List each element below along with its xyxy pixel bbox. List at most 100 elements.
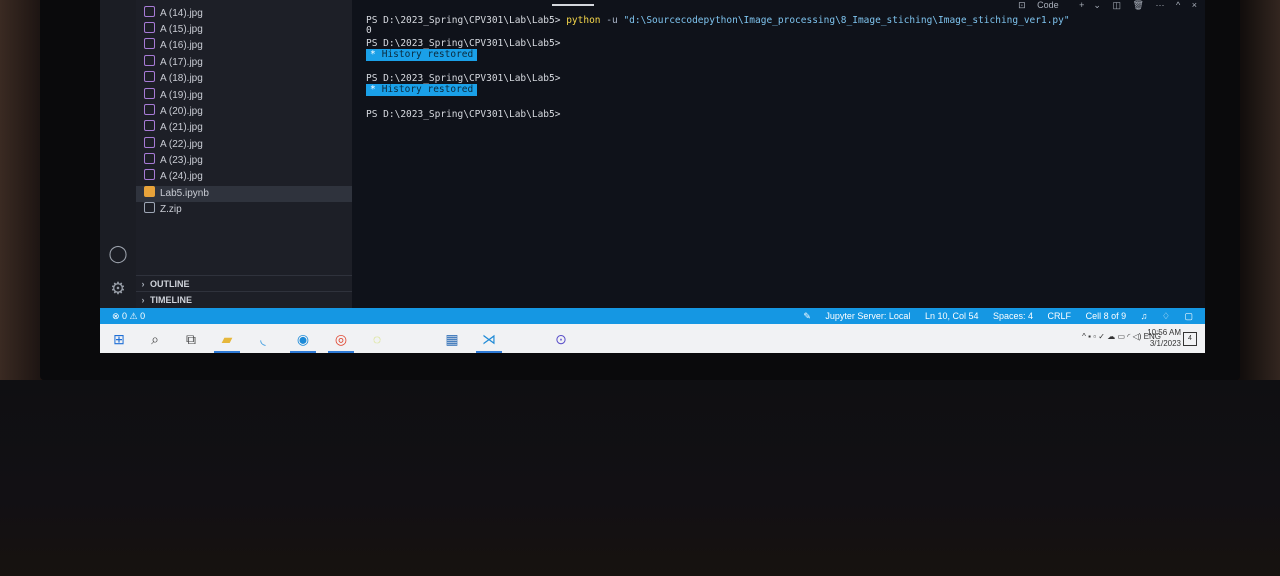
tray-app-icon[interactable]: ▪ [1088, 332, 1091, 341]
file-item[interactable]: A (15).jpg [144, 22, 352, 38]
line-ending[interactable]: CRLF [1048, 311, 1072, 321]
volume-icon[interactable]: ◁) [1133, 332, 1142, 341]
prompt: PS D:\2023_Spring\CPV301\Lab\Lab5> [366, 73, 561, 84]
chevron-down-icon: ⌄ [1093, 0, 1101, 10]
file-item[interactable]: A (22).jpg [144, 137, 352, 153]
active-tab-indicator [552, 4, 594, 6]
restored-text: History restored [381, 49, 474, 60]
file-item[interactable]: A (24).jpg [144, 169, 352, 185]
display-icon[interactable]: ▭ [1117, 332, 1125, 341]
chevron-right-icon: › [141, 295, 145, 305]
split-terminal-button[interactable]: ◫ [1112, 0, 1121, 10]
chevron-up-icon[interactable]: ^ [1082, 332, 1086, 341]
file-item[interactable]: Z.zip [144, 202, 352, 218]
image-file-icon [144, 38, 155, 49]
problems-indicator[interactable]: ⊗ 0 ⚠ 0 [112, 308, 145, 324]
active-app-indicator [214, 351, 240, 353]
app-icon[interactable]: ◌ [368, 330, 386, 348]
windows-taskbar: ⊞ ⌕ ⧉ ▰ ◟ ◉ ◎ ◌ ▦ ⋊ ⊙ ^ ▪ ▫ ✓ ☁ ▭ ◜ ◁) E… [100, 324, 1205, 353]
image-file-icon [144, 153, 155, 164]
active-app-indicator [328, 351, 354, 353]
active-app-indicator [290, 351, 316, 353]
jupyter-server-status[interactable]: ✎ Jupyter Server: Local [791, 311, 910, 321]
file-item[interactable]: A (17).jpg [144, 55, 352, 71]
clock[interactable]: 10:56 AM 3/1/2023 [1147, 327, 1181, 349]
file-item[interactable]: A (16).jpg [144, 38, 352, 54]
tray-app-icon[interactable]: ▫ [1093, 332, 1096, 341]
feedback-icon[interactable]: ♫ [1141, 311, 1148, 321]
file-item-selected[interactable]: Lab5.ipynb [136, 186, 352, 202]
edge-browser-icon[interactable]: ◉ [294, 330, 312, 348]
outline-section[interactable]: › OUTLINE [136, 275, 352, 292]
terminal-panel[interactable]: ⊡ Code + ⌄ ◫ 🗑 ··· ^ × PS D:\2023_Spring\… [352, 0, 1205, 308]
restored-text: History restored [381, 84, 474, 95]
search-icon[interactable]: ⌕ [146, 330, 164, 348]
terminal-profile-button[interactable]: ⊡ Code [1009, 0, 1059, 10]
zip-file-icon [144, 202, 155, 213]
file-item[interactable]: A (23).jpg [144, 153, 352, 169]
file-item[interactable]: A (19).jpg [144, 88, 352, 104]
restored-marker: * [370, 49, 376, 60]
indentation[interactable]: Spaces: 4 [993, 311, 1033, 321]
image-file-icon [144, 104, 155, 115]
windows-start-icon[interactable]: ⊞ [110, 330, 128, 348]
cursor-position[interactable]: Ln 10, Col 54 [925, 311, 979, 321]
file-item[interactable]: A (18).jpg [144, 71, 352, 87]
notification-count: 4 [1188, 335, 1192, 342]
image-file-icon [144, 88, 155, 99]
room-background: ◯ ⚙ A (14).jpg A (15).jpg A (16).jpg A (… [0, 0, 1280, 576]
file-item[interactable]: A (21).jpg [144, 120, 352, 136]
notifications-bell-icon[interactable]: ♢ [1162, 311, 1170, 321]
notification-center-icon[interactable]: 4 [1183, 332, 1197, 346]
notebook-file-icon [144, 186, 155, 197]
kill-terminal-button[interactable]: 🗑 [1133, 0, 1144, 10]
jupyter-label: Jupyter Server: Local [825, 311, 911, 321]
file-name: A (20).jpg [160, 106, 203, 117]
file-name: A (23).jpg [160, 155, 203, 166]
cloud-icon[interactable]: ☁ [1107, 332, 1115, 341]
cell-indicator[interactable]: Cell 8 of 9 [1086, 311, 1127, 321]
more-actions-button[interactable]: ··· [1155, 0, 1164, 10]
active-app-indicator [476, 351, 502, 353]
image-file-icon [144, 120, 155, 131]
file-name: A (17).jpg [160, 57, 203, 68]
app-icon[interactable]: ⊙ [552, 330, 570, 348]
chrome-browser-icon[interactable]: ◎ [332, 330, 350, 348]
file-name: A (14).jpg [160, 8, 203, 19]
file-name: A (19).jpg [160, 90, 203, 101]
terminal-toolbar: ⊡ Code + ⌄ ◫ 🗑 ··· ^ × [1000, 0, 1197, 11]
outline-label: OUTLINE [150, 279, 190, 289]
prompt: PS D:\2023_Spring\CPV301\Lab\Lab5> [366, 109, 561, 120]
settings-gear-icon[interactable]: ⚙ [108, 279, 128, 299]
prompt: PS D:\2023_Spring\CPV301\Lab\Lab5> [366, 38, 561, 49]
chevron-right-icon: › [141, 279, 145, 289]
timeline-section[interactable]: › TIMELINE [136, 291, 352, 308]
accounts-icon[interactable]: ◯ [108, 244, 128, 264]
file-item[interactable]: A (20).jpg [144, 104, 352, 120]
terminal-output: 0 [366, 25, 372, 36]
wifi-icon[interactable]: ◜ [1127, 332, 1130, 341]
layout-icon[interactable]: ▢ [1184, 311, 1193, 321]
command: python [566, 15, 601, 26]
file-explorer-icon[interactable]: ▰ [218, 330, 236, 348]
check-icon[interactable]: ✓ [1098, 332, 1105, 341]
maximize-panel-button[interactable]: ^ [1176, 0, 1180, 10]
file-name: A (24).jpg [160, 171, 203, 182]
activity-bar: ◯ ⚙ [100, 0, 136, 308]
close-panel-button[interactable]: × [1192, 0, 1197, 10]
task-view-icon[interactable]: ⧉ [182, 330, 200, 348]
image-file-icon [144, 55, 155, 66]
image-file-icon [144, 22, 155, 33]
vscode-icon[interactable]: ⋊ [480, 330, 498, 348]
photos-app-icon[interactable]: ▦ [443, 330, 461, 348]
history-restored-line: * History restored [366, 49, 478, 61]
terminal-icon: ⊡ [1018, 0, 1029, 10]
status-bar: ⊗ 0 ⚠ 0 ✎ Jupyter Server: Local Ln 10, C… [100, 308, 1205, 324]
file-item[interactable]: A (14).jpg [144, 6, 352, 22]
history-restored-badge: * History restored [366, 84, 478, 96]
file-name: A (21).jpg [160, 122, 203, 133]
new-terminal-button[interactable]: + ⌄ [1070, 0, 1101, 10]
jupyter-icon: ✎ [803, 311, 814, 321]
command-path: "d:\Sourcecodepython\Image_processing\8_… [623, 15, 1070, 26]
app-icon[interactable]: ◟ [254, 330, 272, 348]
